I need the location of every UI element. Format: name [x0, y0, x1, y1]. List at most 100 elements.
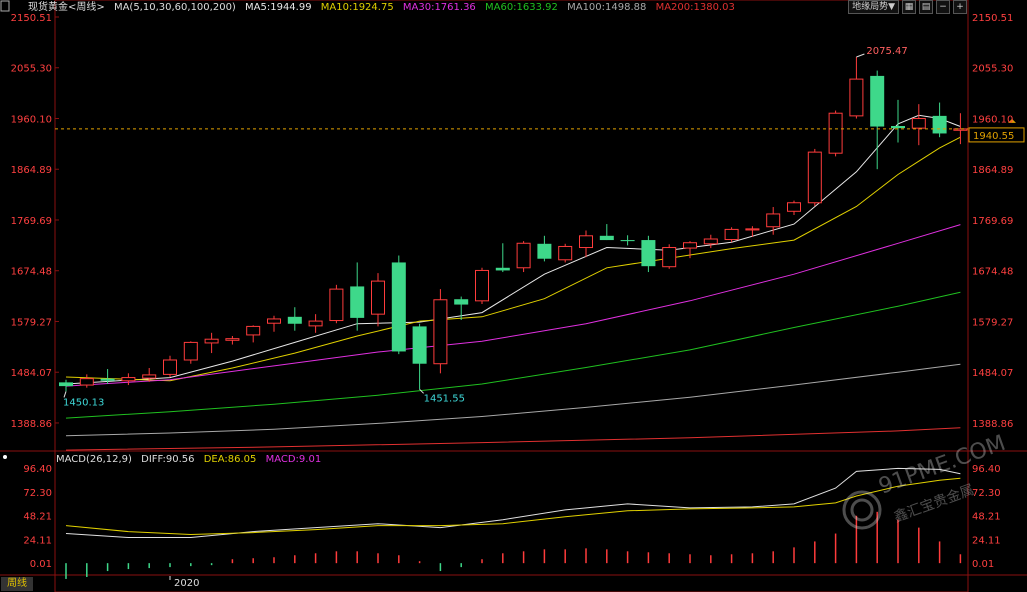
candle: [516, 241, 531, 273]
candle-body: [558, 245, 573, 261]
candle-body: [287, 316, 302, 324]
candle-body: [350, 286, 365, 318]
candle: [766, 207, 781, 235]
ma-line-ma5: [65, 114, 961, 385]
ma-line-ma200: [65, 427, 961, 451]
macd-value: MACD:9.01: [265, 454, 322, 465]
candle: [225, 336, 240, 345]
candle: [891, 99, 905, 143]
candle: [724, 227, 739, 243]
candle: [537, 235, 552, 262]
candle: [433, 289, 448, 374]
candle-body: [662, 247, 677, 268]
price-tick-label-right: 2150.51: [972, 13, 1013, 24]
candle-body: [828, 112, 843, 154]
candle-body: [267, 318, 281, 324]
candle-body: [787, 202, 801, 212]
candle-body: [516, 242, 531, 269]
price-tick-label-left: 2055.30: [11, 64, 52, 75]
macd-tick-label-left: 48.21: [23, 512, 52, 523]
ma100-value: MA100:1498.88: [567, 2, 647, 13]
candle-body: [246, 325, 261, 336]
chart-menu-icon: [0, 0, 10, 12]
candle-body: [142, 374, 157, 379]
macd-tick-label-left: 96.40: [23, 464, 52, 475]
candle: [932, 102, 947, 138]
candle: [267, 315, 281, 332]
candle: [662, 244, 677, 269]
ma-line-ma10: [65, 136, 961, 382]
candle: [329, 284, 344, 324]
macd-tick-label-left: 72.30: [23, 488, 52, 499]
panel-marker-icon: [3, 455, 7, 459]
candle: [391, 255, 406, 355]
candle-body: [454, 299, 469, 305]
candle: [579, 230, 593, 258]
price-tick-label-right: 1674.48: [972, 267, 1013, 278]
candle-body: [745, 228, 760, 231]
macd-legend: MACD(26,12,9) DIFF:90.56 DEA:86.05 MACD:…: [56, 453, 327, 467]
candle: [246, 325, 261, 343]
overlay-dropdown-button[interactable]: 地缘局势▼: [848, 0, 899, 14]
candle-body: [932, 115, 947, 134]
high-annotation: 2075.47: [866, 46, 907, 57]
candle-body: [807, 151, 822, 204]
candle: [558, 243, 573, 263]
candle-body: [891, 126, 905, 129]
candle: [641, 235, 656, 273]
price-tick-label-left: 1960.10: [11, 114, 52, 125]
candle: [371, 273, 385, 327]
low1-annotation: 1450.13: [63, 397, 104, 408]
macd-tick-label-right: 0.01: [972, 559, 994, 570]
macd-tick-label-left: 0.01: [30, 559, 52, 570]
price-tick-label-left: 1388.86: [11, 419, 52, 430]
ma60-value: MA60:1633.92: [484, 2, 558, 13]
candle-body: [870, 75, 885, 127]
price-tick-label-right: 1960.10: [972, 114, 1013, 125]
candle: [807, 148, 822, 206]
price-tick-label-left: 1674.48: [11, 267, 52, 278]
candle: [412, 323, 427, 390]
candle: [204, 332, 219, 354]
macd-params-label: MACD(26,12,9): [56, 454, 132, 465]
candle-body: [579, 235, 593, 249]
candle-body: [537, 243, 552, 259]
layout-icon[interactable]: ▤: [919, 0, 933, 14]
ma5-value: MA5:1944.99: [245, 2, 312, 13]
price-tick-label-right: 1769.69: [972, 216, 1013, 227]
candle: [59, 379, 73, 392]
plus-icon[interactable]: +: [953, 0, 967, 14]
symbol-title: 现货黄金<周线>: [28, 2, 105, 13]
ma10-value: MA10:1924.75: [320, 2, 394, 13]
candle: [163, 355, 177, 378]
candle: [495, 243, 510, 273]
candle-body: [911, 118, 926, 129]
low2-annotation: 1451.55: [424, 393, 465, 404]
macd-tick-label-left: 24.11: [23, 535, 52, 546]
candle: [350, 262, 365, 331]
candle-body: [620, 240, 635, 242]
ma-line-ma60: [65, 291, 961, 419]
candle-body: [371, 280, 385, 315]
grid-icon[interactable]: ▦: [902, 0, 916, 14]
watermark-logo: 91PME.COM 鑫汇宝贵金属: [842, 431, 1009, 530]
candle: [79, 374, 94, 388]
watermark-text-domain: 91PME.COM: [876, 431, 1009, 500]
candle: [703, 234, 718, 249]
price-tick-label-right: 1579.27: [972, 317, 1013, 328]
candle-body: [599, 235, 614, 241]
candle: [599, 224, 614, 241]
candle-body: [163, 359, 177, 375]
dea-value: DEA:86.05: [203, 454, 257, 465]
period-tab-weekly[interactable]: 周线: [1, 577, 33, 591]
price-tick-label-right: 1484.07: [972, 368, 1013, 379]
candle-body: [204, 338, 219, 344]
candle: [849, 56, 864, 119]
time-axis-label: 2020: [174, 578, 199, 589]
candle: [475, 267, 489, 305]
candle-body: [121, 377, 136, 382]
candle-body: [391, 262, 406, 352]
price-tick-label-left: 1579.27: [11, 317, 52, 328]
minus-icon[interactable]: −: [936, 0, 950, 14]
candle-body: [475, 269, 489, 302]
